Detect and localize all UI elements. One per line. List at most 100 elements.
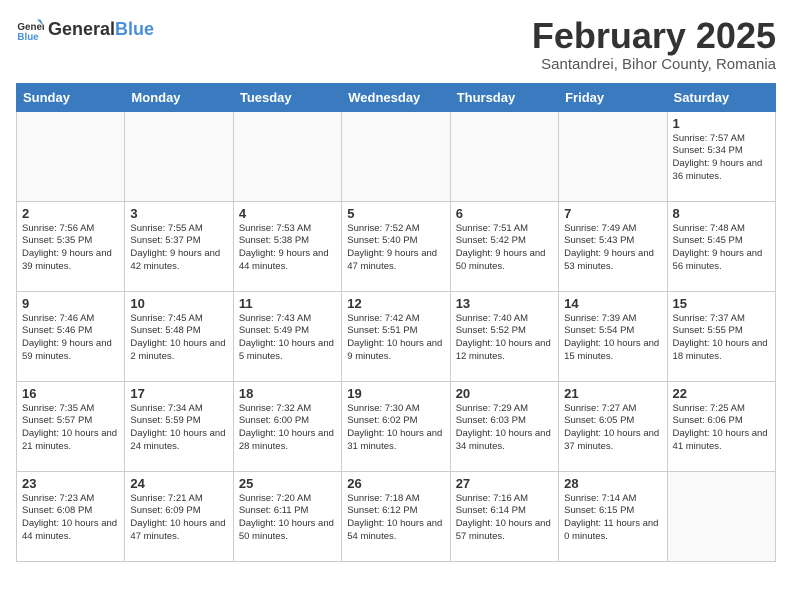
day-number: 5 [347,206,444,221]
day-number: 9 [22,296,119,311]
day-number: 22 [673,386,770,401]
day-info: Sunrise: 7:40 AM Sunset: 5:52 PM Dayligh… [456,313,553,364]
day-cell [450,111,558,201]
day-info: Sunrise: 7:45 AM Sunset: 5:48 PM Dayligh… [130,313,227,364]
day-cell: 24 Sunrise: 7:21 AM Sunset: 6:09 PM Dayli… [125,471,233,561]
day-cell: 8 Sunrise: 7:48 AM Sunset: 5:45 PM Daylig… [667,201,775,291]
day-cell: 17 Sunrise: 7:34 AM Sunset: 5:59 PM Dayli… [125,381,233,471]
week-row-3: 9 Sunrise: 7:46 AM Sunset: 5:46 PM Daylig… [17,291,776,381]
day-cell: 21Sunrise: 7:27 AM Sunset: 6:05 PM Dayli… [559,381,667,471]
day-info: Sunrise: 7:51 AM Sunset: 5:42 PM Dayligh… [456,223,553,274]
day-number: 6 [456,206,553,221]
day-number: 27 [456,476,553,491]
day-info: Sunrise: 7:23 AM Sunset: 6:08 PM Dayligh… [22,493,119,544]
day-info: Sunrise: 7:30 AM Sunset: 6:02 PM Dayligh… [347,403,444,454]
week-row-2: 2 Sunrise: 7:56 AM Sunset: 5:35 PM Daylig… [17,201,776,291]
day-headers-row: SundayMondayTuesdayWednesdayThursdayFrid… [17,83,776,111]
day-header-tuesday: Tuesday [233,83,341,111]
day-cell: 28 Sunrise: 7:14 AM Sunset: 6:15 PM Dayli… [559,471,667,561]
day-number: 10 [130,296,227,311]
title-area: February 2025 Santandrei, Bihor County, … [532,16,776,73]
day-number: 20 [456,386,553,401]
week-row-4: 16 Sunrise: 7:35 AM Sunset: 5:57 PM Dayli… [17,381,776,471]
day-number: 24 [130,476,227,491]
day-number: 26 [347,476,444,491]
logo: General Blue GeneralBlue [16,16,154,44]
day-cell: 25 Sunrise: 7:20 AM Sunset: 6:11 PM Dayli… [233,471,341,561]
day-info: Sunrise: 7:35 AM Sunset: 5:57 PM Dayligh… [22,403,119,454]
calendar-subtitle: Santandrei, Bihor County, Romania [532,56,776,73]
day-number: 4 [239,206,336,221]
day-number: 8 [673,206,770,221]
day-cell [667,471,775,561]
day-cell: 11Sunrise: 7:43 AM Sunset: 5:49 PM Dayli… [233,291,341,381]
day-number: 15 [673,296,770,311]
day-header-monday: Monday [125,83,233,111]
day-cell: 19 Sunrise: 7:30 AM Sunset: 6:02 PM Dayli… [342,381,450,471]
day-info: Sunrise: 7:56 AM Sunset: 5:35 PM Dayligh… [22,223,119,274]
day-cell [17,111,125,201]
day-number: 2 [22,206,119,221]
logo-blue-text: Blue [115,20,154,40]
day-info: Sunrise: 7:34 AM Sunset: 5:59 PM Dayligh… [130,403,227,454]
day-info: Sunrise: 7:48 AM Sunset: 5:45 PM Dayligh… [673,223,770,274]
day-info: Sunrise: 7:37 AM Sunset: 5:55 PM Dayligh… [673,313,770,364]
day-info: Sunrise: 7:29 AM Sunset: 6:03 PM Dayligh… [456,403,553,454]
day-cell: 2 Sunrise: 7:56 AM Sunset: 5:35 PM Daylig… [17,201,125,291]
calendar-table: SundayMondayTuesdayWednesdayThursdayFrid… [16,83,776,562]
day-cell: 22 Sunrise: 7:25 AM Sunset: 6:06 PM Dayli… [667,381,775,471]
day-header-saturday: Saturday [667,83,775,111]
day-info: Sunrise: 7:27 AM Sunset: 6:05 PM Dayligh… [564,403,661,454]
day-number: 14 [564,296,661,311]
day-info: Sunrise: 7:49 AM Sunset: 5:43 PM Dayligh… [564,223,661,274]
day-cell: 14 Sunrise: 7:39 AM Sunset: 5:54 PM Dayli… [559,291,667,381]
day-info: Sunrise: 7:21 AM Sunset: 6:09 PM Dayligh… [130,493,227,544]
day-number: 7 [564,206,661,221]
day-cell [125,111,233,201]
day-info: Sunrise: 7:25 AM Sunset: 6:06 PM Dayligh… [673,403,770,454]
day-info: Sunrise: 7:20 AM Sunset: 6:11 PM Dayligh… [239,493,336,544]
day-info: Sunrise: 7:43 AM Sunset: 5:49 PM Dayligh… [239,313,336,364]
day-number: 12 [347,296,444,311]
day-info: Sunrise: 7:14 AM Sunset: 6:15 PM Dayligh… [564,493,661,544]
day-info: Sunrise: 7:55 AM Sunset: 5:37 PM Dayligh… [130,223,227,274]
day-info: Sunrise: 7:46 AM Sunset: 5:46 PM Dayligh… [22,313,119,364]
day-cell [342,111,450,201]
day-number: 3 [130,206,227,221]
day-info: Sunrise: 7:16 AM Sunset: 6:14 PM Dayligh… [456,493,553,544]
day-cell: 3 Sunrise: 7:55 AM Sunset: 5:37 PM Daylig… [125,201,233,291]
day-number: 23 [22,476,119,491]
day-cell: 10 Sunrise: 7:45 AM Sunset: 5:48 PM Dayli… [125,291,233,381]
day-header-thursday: Thursday [450,83,558,111]
day-cell: 26 Sunrise: 7:18 AM Sunset: 6:12 PM Dayli… [342,471,450,561]
day-cell [233,111,341,201]
day-cell: 12Sunrise: 7:42 AM Sunset: 5:51 PM Dayli… [342,291,450,381]
day-info: Sunrise: 7:32 AM Sunset: 6:00 PM Dayligh… [239,403,336,454]
day-number: 18 [239,386,336,401]
day-cell: 9 Sunrise: 7:46 AM Sunset: 5:46 PM Daylig… [17,291,125,381]
day-number: 16 [22,386,119,401]
day-cell: 15 Sunrise: 7:37 AM Sunset: 5:55 PM Dayli… [667,291,775,381]
day-cell: 5Sunrise: 7:52 AM Sunset: 5:40 PM Daylig… [342,201,450,291]
day-number: 13 [456,296,553,311]
day-number: 25 [239,476,336,491]
day-cell: 6 Sunrise: 7:51 AM Sunset: 5:42 PM Daylig… [450,201,558,291]
week-row-5: 23 Sunrise: 7:23 AM Sunset: 6:08 PM Dayli… [17,471,776,561]
calendar-title: February 2025 [532,16,776,56]
day-header-friday: Friday [559,83,667,111]
day-number: 19 [347,386,444,401]
day-info: Sunrise: 7:57 AM Sunset: 5:34 PM Dayligh… [673,133,770,184]
day-cell: 13 Sunrise: 7:40 AM Sunset: 5:52 PM Dayli… [450,291,558,381]
day-number: 28 [564,476,661,491]
day-cell: 20 Sunrise: 7:29 AM Sunset: 6:03 PM Dayli… [450,381,558,471]
day-info: Sunrise: 7:18 AM Sunset: 6:12 PM Dayligh… [347,493,444,544]
day-cell: 4Sunrise: 7:53 AM Sunset: 5:38 PM Daylig… [233,201,341,291]
day-cell: 1Sunrise: 7:57 AM Sunset: 5:34 PM Daylig… [667,111,775,201]
day-cell [559,111,667,201]
day-cell: 16 Sunrise: 7:35 AM Sunset: 5:57 PM Dayli… [17,381,125,471]
day-cell: 23 Sunrise: 7:23 AM Sunset: 6:08 PM Dayli… [17,471,125,561]
day-cell: 27 Sunrise: 7:16 AM Sunset: 6:14 PM Dayli… [450,471,558,561]
day-info: Sunrise: 7:39 AM Sunset: 5:54 PM Dayligh… [564,313,661,364]
day-number: 17 [130,386,227,401]
logo-general-text: General [48,20,115,40]
